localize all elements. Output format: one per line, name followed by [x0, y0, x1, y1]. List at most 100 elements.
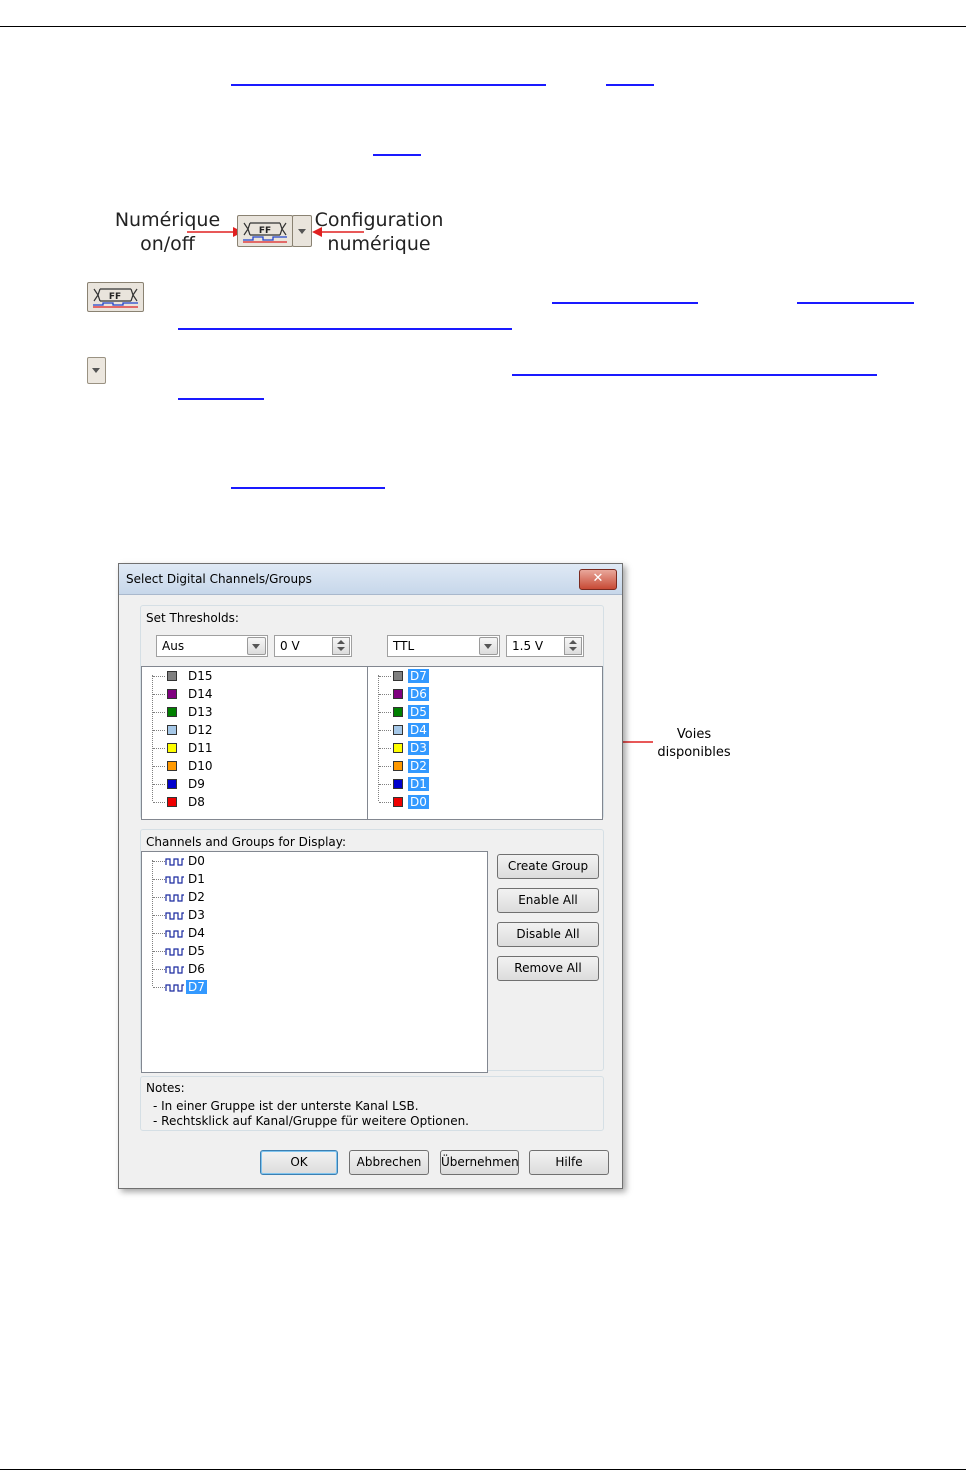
- notes-label: Notes:: [146, 1081, 185, 1095]
- link-underline[interactable]: [552, 302, 698, 304]
- display-channel-label: D4: [188, 926, 205, 940]
- help-button[interactable]: Hilfe: [529, 1150, 609, 1175]
- tree-branch: [153, 766, 165, 767]
- tree-branch: [379, 784, 391, 785]
- display-channel-row[interactable]: D2: [142, 889, 342, 906]
- channel-row[interactable]: D7: [368, 668, 568, 685]
- note-line: - In einer Gruppe ist der unterste Kanal…: [153, 1099, 419, 1113]
- tree-branch: [153, 987, 165, 988]
- disable-all-button[interactable]: Disable All: [497, 922, 599, 947]
- left-channel-list[interactable]: D15 D14 D13 D12 D11 D10 D9 D8: [141, 666, 368, 820]
- page-header-rule: [0, 26, 966, 27]
- chevron-down-icon: [479, 637, 498, 655]
- tree-branch: [379, 730, 391, 731]
- chevron-down-icon: [247, 637, 266, 655]
- channel-row[interactable]: D9: [142, 776, 342, 793]
- channel-label: D11: [188, 741, 213, 755]
- spinner-icon[interactable]: [332, 637, 350, 655]
- channel-row[interactable]: D13: [142, 704, 342, 721]
- digital-wave-icon: [165, 912, 184, 920]
- channel-label: D1: [408, 777, 429, 791]
- channel-color-swatch: [167, 743, 177, 753]
- channel-row[interactable]: D3: [368, 740, 568, 757]
- left-family-select[interactable]: Aus: [156, 635, 268, 657]
- close-icon: ✕: [592, 571, 604, 586]
- svg-text:FF: FF: [259, 226, 271, 236]
- right-family-select[interactable]: TTL: [387, 635, 500, 657]
- channel-row[interactable]: D1: [368, 776, 568, 793]
- display-channel-row[interactable]: D7: [142, 979, 342, 996]
- dropdown-inline-icon: [87, 357, 106, 384]
- tree-branch: [153, 969, 165, 970]
- channel-color-swatch: [393, 689, 403, 699]
- link-underline[interactable]: [231, 84, 546, 86]
- close-button[interactable]: ✕: [579, 569, 617, 590]
- display-channel-row[interactable]: D3: [142, 907, 342, 924]
- tree-branch: [153, 748, 165, 749]
- wave-icon-wrap: [165, 892, 185, 906]
- apply-button[interactable]: Übernehmen: [440, 1150, 519, 1175]
- page-footer-rule: [0, 1469, 966, 1470]
- channel-row[interactable]: D14: [142, 686, 342, 703]
- channel-row[interactable]: D8: [142, 794, 342, 811]
- channel-row[interactable]: D6: [368, 686, 568, 703]
- link-underline[interactable]: [512, 374, 877, 376]
- display-channel-label: D0: [188, 854, 205, 868]
- tree-branch: [379, 802, 391, 803]
- display-channel-row[interactable]: D1: [142, 871, 342, 888]
- chevron-down-icon: [92, 368, 100, 373]
- digital-onoff-inline-icon: FF: [87, 282, 144, 312]
- ok-button[interactable]: OK: [260, 1150, 338, 1175]
- display-channel-row[interactable]: D4: [142, 925, 342, 942]
- display-label: Channels and Groups for Display:: [146, 835, 347, 849]
- link-underline[interactable]: [178, 328, 512, 330]
- right-family-value: TTL: [393, 639, 415, 653]
- digital-config-dropdown[interactable]: [292, 215, 312, 247]
- tree-branch: [379, 694, 391, 695]
- remove-all-button[interactable]: Remove All: [497, 956, 599, 981]
- svg-text:FF: FF: [109, 292, 121, 302]
- display-channel-row[interactable]: D6: [142, 961, 342, 978]
- channel-label: D2: [408, 759, 429, 773]
- dialog-titlebar[interactable]: Select Digital Channels/Groups ✕: [119, 564, 622, 595]
- channel-row[interactable]: D4: [368, 722, 568, 739]
- digital-wave-icon: [165, 894, 184, 902]
- channel-row[interactable]: D12: [142, 722, 342, 739]
- channel-row[interactable]: D15: [142, 668, 342, 685]
- right-channel-list[interactable]: D7 D6 D5 D4 D3 D2 D1 D0: [367, 666, 603, 820]
- channel-label: D6: [408, 687, 429, 701]
- select-digital-channels-dialog: Select Digital Channels/Groups ✕ Set Thr…: [118, 563, 623, 1189]
- link-underline[interactable]: [178, 398, 264, 400]
- channel-label: D10: [188, 759, 213, 773]
- channel-color-swatch: [167, 725, 177, 735]
- right-voltage-input[interactable]: 1.5 V: [506, 635, 584, 657]
- link-underline[interactable]: [373, 154, 421, 156]
- channel-color-swatch: [393, 707, 403, 717]
- channel-color-swatch: [393, 761, 403, 771]
- enable-all-button[interactable]: Enable All: [497, 888, 599, 913]
- channel-row[interactable]: D5: [368, 704, 568, 721]
- tree-branch: [153, 879, 165, 880]
- arrow-left-icon: [312, 227, 364, 237]
- left-voltage-input[interactable]: 0 V: [274, 635, 352, 657]
- channel-color-swatch: [167, 707, 177, 717]
- display-channel-row[interactable]: D0: [142, 853, 342, 870]
- link-underline[interactable]: [231, 487, 385, 489]
- display-channel-list[interactable]: D0 D1 D2 D3 D4 D5 D6 D7: [141, 851, 488, 1073]
- create-group-button[interactable]: Create Group: [497, 854, 599, 879]
- wave-icon-wrap: [165, 874, 185, 888]
- spinner-icon[interactable]: [564, 637, 582, 655]
- wave-icon-wrap: [165, 910, 185, 924]
- cancel-button[interactable]: Abbrechen: [349, 1150, 429, 1175]
- link-underline[interactable]: [606, 84, 654, 86]
- digital-onoff-button[interactable]: FF: [237, 215, 293, 247]
- display-channel-row[interactable]: D5: [142, 943, 342, 960]
- tree-branch: [153, 712, 165, 713]
- channel-row[interactable]: D11: [142, 740, 342, 757]
- wave-icon-wrap: [165, 856, 185, 870]
- link-underline[interactable]: [797, 302, 914, 304]
- channel-row[interactable]: D0: [368, 794, 568, 811]
- channel-row[interactable]: D10: [142, 758, 342, 775]
- channel-row[interactable]: D2: [368, 758, 568, 775]
- channel-color-swatch: [393, 779, 403, 789]
